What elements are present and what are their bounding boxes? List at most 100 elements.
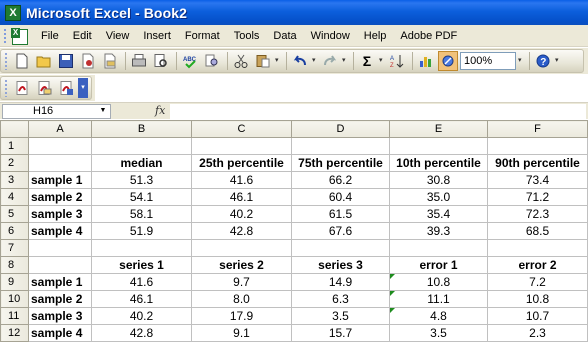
column-header-e[interactable]: E [389, 120, 488, 138]
menu-adobe-pdf[interactable]: Adobe PDF [393, 26, 464, 46]
toolbar-options-icon[interactable]: ▾ [555, 51, 563, 71]
print-preview-icon[interactable] [151, 51, 171, 71]
cell-c1[interactable] [191, 137, 292, 155]
undo-icon[interactable] [290, 51, 310, 71]
cell-d1[interactable] [291, 137, 390, 155]
cell-c8[interactable]: series 2 [191, 256, 292, 274]
row-header-5[interactable]: 5 [0, 205, 29, 223]
cell-b9[interactable]: 41.6 [91, 273, 192, 291]
help-icon[interactable]: ? [533, 51, 553, 71]
column-header-c[interactable]: C [191, 120, 292, 138]
cell-b4[interactable]: 54.1 [91, 188, 192, 206]
cell-e7[interactable] [389, 239, 488, 257]
cell-a10[interactable]: sample 2 [28, 290, 92, 308]
cell-d3[interactable]: 66.2 [291, 171, 390, 189]
redo-icon[interactable] [320, 51, 340, 71]
cell-a1[interactable] [28, 137, 92, 155]
cell-f8[interactable]: error 2 [487, 256, 588, 274]
cell-b10[interactable]: 46.1 [91, 290, 192, 308]
cell-c12[interactable]: 9.1 [191, 324, 292, 342]
row-header-12[interactable]: 12 [0, 324, 29, 342]
cell-f11[interactable]: 10.7 [487, 307, 588, 325]
paste-dropdown-icon[interactable]: ▾ [275, 51, 283, 71]
redo-dropdown-icon[interactable]: ▾ [342, 51, 350, 71]
cell-f7[interactable] [487, 239, 588, 257]
cell-e8[interactable]: error 1 [389, 256, 488, 274]
cell-b1[interactable] [91, 137, 192, 155]
name-box[interactable]: H16 [2, 104, 111, 119]
cell-c4[interactable]: 46.1 [191, 188, 292, 206]
cell-d11[interactable]: 3.5 [291, 307, 390, 325]
cell-f2[interactable]: 90th percentile [487, 154, 588, 172]
row-header-11[interactable]: 11 [0, 307, 29, 325]
cell-f5[interactable]: 72.3 [487, 205, 588, 223]
paste-icon[interactable] [253, 51, 273, 71]
new-icon[interactable] [12, 51, 32, 71]
column-header-d[interactable]: D [291, 120, 390, 138]
row-header-1[interactable]: 1 [0, 137, 29, 155]
menu-help[interactable]: Help [357, 26, 394, 46]
cell-a9[interactable]: sample 1 [28, 273, 92, 291]
workbook-icon[interactable] [10, 27, 28, 45]
cell-e5[interactable]: 35.4 [389, 205, 488, 223]
cell-a5[interactable]: sample 3 [28, 205, 92, 223]
cell-f6[interactable]: 68.5 [487, 222, 588, 240]
pdf-review-icon[interactable] [56, 78, 76, 98]
toolbar-grip-handle[interactable] [4, 52, 9, 70]
menu-tools[interactable]: Tools [227, 26, 267, 46]
cell-d12[interactable]: 15.7 [291, 324, 390, 342]
cell-a4[interactable]: sample 2 [28, 188, 92, 206]
sort-ascending-icon[interactable]: AZ [387, 51, 407, 71]
undo-dropdown-icon[interactable]: ▾ [312, 51, 320, 71]
cell-a6[interactable]: sample 4 [28, 222, 92, 240]
cell-a2[interactable] [28, 154, 92, 172]
email-icon[interactable] [100, 51, 120, 71]
cell-e11[interactable]: 4.8 [389, 307, 488, 325]
cell-d5[interactable]: 61.5 [291, 205, 390, 223]
cell-f9[interactable]: 7.2 [487, 273, 588, 291]
column-header-f[interactable]: F [487, 120, 588, 138]
cut-icon[interactable] [231, 51, 251, 71]
pdf-toolbar-grip-handle[interactable] [4, 79, 9, 97]
zoom-combo[interactable]: 100% [460, 52, 516, 70]
cell-e6[interactable]: 39.3 [389, 222, 488, 240]
row-header-3[interactable]: 3 [0, 171, 29, 189]
cell-b8[interactable]: series 1 [91, 256, 192, 274]
cell-f12[interactable]: 2.3 [487, 324, 588, 342]
column-header-b[interactable]: B [91, 120, 192, 138]
cell-f4[interactable]: 71.2 [487, 188, 588, 206]
menu-data[interactable]: Data [266, 26, 303, 46]
menu-insert[interactable]: Insert [136, 26, 178, 46]
cell-f3[interactable]: 73.4 [487, 171, 588, 189]
cell-a12[interactable]: sample 4 [28, 324, 92, 342]
column-header-a[interactable]: A [28, 120, 92, 138]
cell-c6[interactable]: 42.8 [191, 222, 292, 240]
cell-e10[interactable]: 11.1 [389, 290, 488, 308]
select-all-corner[interactable] [0, 120, 29, 138]
cell-c11[interactable]: 17.9 [191, 307, 292, 325]
cell-b7[interactable] [91, 239, 192, 257]
menu-edit[interactable]: Edit [66, 26, 99, 46]
cell-c9[interactable]: 9.7 [191, 273, 292, 291]
cell-b2[interactable]: median [91, 154, 192, 172]
cell-c5[interactable]: 40.2 [191, 205, 292, 223]
menu-window[interactable]: Window [304, 26, 357, 46]
row-header-9[interactable]: 9 [0, 273, 29, 291]
convert-to-pdf-icon[interactable] [12, 78, 32, 98]
cell-b5[interactable]: 58.1 [91, 205, 192, 223]
permission-icon[interactable] [78, 51, 98, 71]
cell-b3[interactable]: 51.3 [91, 171, 192, 189]
insert-function-icon[interactable]: fx [155, 104, 165, 117]
chart-wizard-icon[interactable] [416, 51, 436, 71]
row-header-2[interactable]: 2 [0, 154, 29, 172]
save-icon[interactable] [56, 51, 76, 71]
print-icon[interactable] [129, 51, 149, 71]
autosum-icon[interactable]: Σ [357, 51, 377, 71]
cell-d8[interactable]: series 3 [291, 256, 390, 274]
cell-a7[interactable] [28, 239, 92, 257]
cell-e3[interactable]: 30.8 [389, 171, 488, 189]
cell-f10[interactable]: 10.8 [487, 290, 588, 308]
menu-file[interactable]: File [34, 26, 66, 46]
cell-f1[interactable] [487, 137, 588, 155]
cell-d6[interactable]: 67.6 [291, 222, 390, 240]
